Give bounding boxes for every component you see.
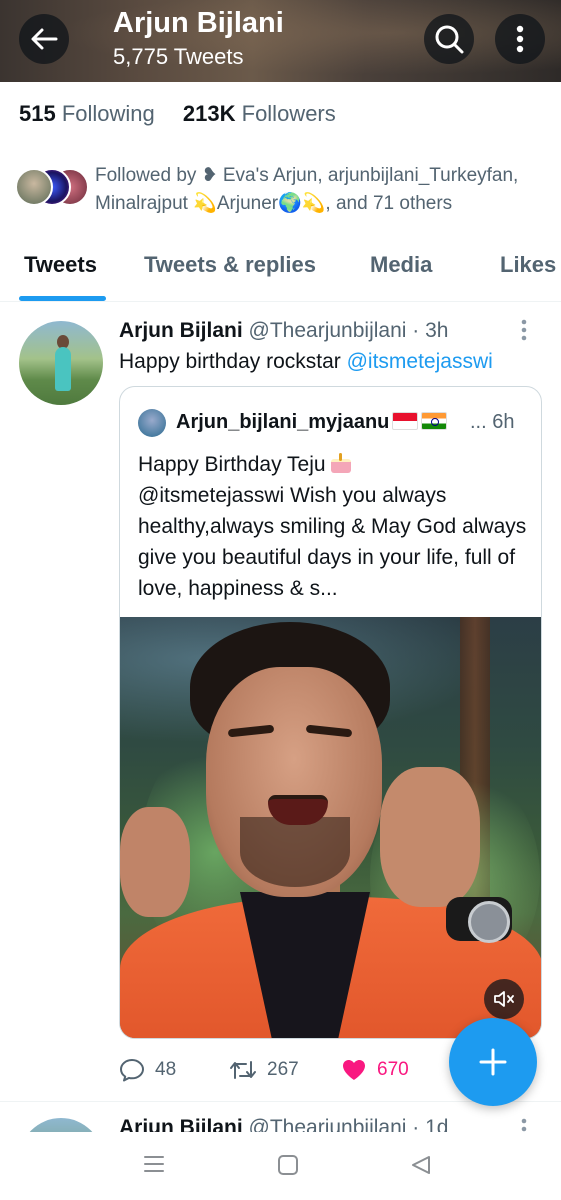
tweet-text-body: Happy birthday rockstar xyxy=(119,350,347,373)
tab-tweets-replies[interactable]: Tweets & replies xyxy=(144,252,316,278)
home-button[interactable] xyxy=(277,1154,299,1181)
tweet-text: Happy birthday rockstar @itsmetejasswi xyxy=(119,347,493,377)
search-button[interactable] xyxy=(424,14,474,64)
reply-button[interactable]: 48 xyxy=(119,1055,176,1085)
next-tweet-author-name[interactable]: Arjun Bijlani xyxy=(119,1116,243,1132)
following-link[interactable]: 515 Following xyxy=(19,101,177,126)
more-options-button[interactable] xyxy=(495,14,545,64)
like-button[interactable]: 670 xyxy=(341,1055,409,1085)
plus-icon xyxy=(479,1048,507,1076)
quoted-author-avatar xyxy=(138,409,166,437)
like-count: 670 xyxy=(377,1059,409,1080)
retweet-icon xyxy=(230,1061,256,1079)
square-icon xyxy=(278,1155,298,1175)
follower-avatar xyxy=(15,168,53,206)
followers-label: Followers xyxy=(241,101,336,126)
tweet-header: Arjun Bijlani @Thearjunbijlani · 3h xyxy=(119,317,448,345)
followers-count: 213K xyxy=(182,101,236,126)
next-tweet[interactable]: Arjun Bijlani @Thearjunbijlani · 1d xyxy=(0,1102,561,1132)
next-tweet-avatar[interactable] xyxy=(19,1118,103,1132)
arrow-left-icon xyxy=(31,28,58,50)
profile-tabs: Tweets Tweets & replies Media Likes xyxy=(0,240,561,302)
quoted-author-name-text: Arjun_bijlani_myjaanu xyxy=(176,411,390,433)
back-button[interactable] xyxy=(19,14,69,64)
compose-tweet-button[interactable] xyxy=(449,1018,537,1106)
next-tweet-more-button[interactable] xyxy=(521,1118,527,1132)
retweet-count: 267 xyxy=(267,1059,299,1080)
quoted-tweet-card[interactable]: Arjun_bijlani_myjaanu ... 6h Happy Birth… xyxy=(119,386,542,1039)
followed-by-text: Followed by ❥ Eva's Arjun, arjunbijlani_… xyxy=(95,165,519,214)
following-count: 515 xyxy=(19,101,56,126)
search-icon xyxy=(435,25,464,54)
quoted-tweet-text: Happy Birthday Teju @itsmetejasswi Wish … xyxy=(138,449,533,604)
video-person-mouth xyxy=(268,795,328,825)
next-tweet-header: Arjun Bijlani @Thearjunbijlani · 1d xyxy=(119,1114,448,1132)
video-person-watch xyxy=(446,897,512,943)
vertical-dots-icon xyxy=(516,25,524,53)
quoted-text-line1: Happy Birthday Teju xyxy=(138,453,326,476)
next-tweet-handle-time: @Thearjunbijlani · 1d xyxy=(248,1116,449,1132)
followers-link[interactable]: 213K Followers xyxy=(183,101,358,126)
quoted-author-name: Arjun_bijlani_myjaanu xyxy=(176,407,448,437)
follow-stats: 515 Following 213K Followers xyxy=(19,100,358,128)
header-profile-name: Arjun Bijlani xyxy=(113,7,284,39)
active-tab-indicator xyxy=(19,296,106,301)
india-flag-icon xyxy=(421,412,448,430)
quoted-tweet-video[interactable] xyxy=(120,617,541,1038)
tweet-author-name[interactable]: Arjun Bijlani xyxy=(119,319,243,342)
tab-likes[interactable]: Likes xyxy=(500,252,556,278)
indonesia-flag-icon xyxy=(392,412,419,430)
avatar-figure-body xyxy=(55,347,71,391)
tweet-actions: 48 267 670 xyxy=(119,1055,419,1085)
header-title: Arjun Bijlani 5,775 Tweets xyxy=(113,6,284,72)
triangle-back-icon xyxy=(412,1156,430,1174)
recent-apps-button[interactable] xyxy=(143,1154,165,1179)
reply-count: 48 xyxy=(155,1059,177,1080)
tweet-handle-time: @Thearjunbijlani · 3h xyxy=(248,319,449,342)
system-navigation-bar xyxy=(0,1132,561,1200)
tab-tweets[interactable]: Tweets xyxy=(24,252,97,278)
video-person-hand xyxy=(380,767,480,907)
birthday-cake-icon xyxy=(330,453,352,473)
video-person-beard xyxy=(240,817,350,887)
system-back-button[interactable] xyxy=(410,1154,432,1181)
retweet-button[interactable]: 267 xyxy=(229,1055,299,1085)
tab-media[interactable]: Media xyxy=(370,252,432,278)
speaker-muted-icon xyxy=(494,991,514,1007)
video-person-hand xyxy=(120,807,190,917)
vertical-dots-icon xyxy=(521,319,527,341)
reply-icon xyxy=(120,1059,144,1082)
header-tweet-count: 5,775 Tweets xyxy=(113,44,244,69)
following-label: Following xyxy=(61,101,155,126)
tweet-author-avatar[interactable] xyxy=(19,321,103,405)
vertical-dots-icon xyxy=(521,1118,527,1132)
menu-lines-icon xyxy=(144,1156,164,1172)
heart-filled-icon xyxy=(343,1060,365,1080)
tweet-mention-link[interactable]: @itsmetejasswi xyxy=(347,350,493,373)
quoted-tweet-time: ... 6h xyxy=(470,411,515,433)
quoted-text-rest: @itsmetejasswi Wish you always healthy,a… xyxy=(138,484,527,600)
tweet-more-button[interactable] xyxy=(521,319,527,346)
mute-button[interactable] xyxy=(484,979,524,1019)
follower-avatars xyxy=(15,168,91,208)
